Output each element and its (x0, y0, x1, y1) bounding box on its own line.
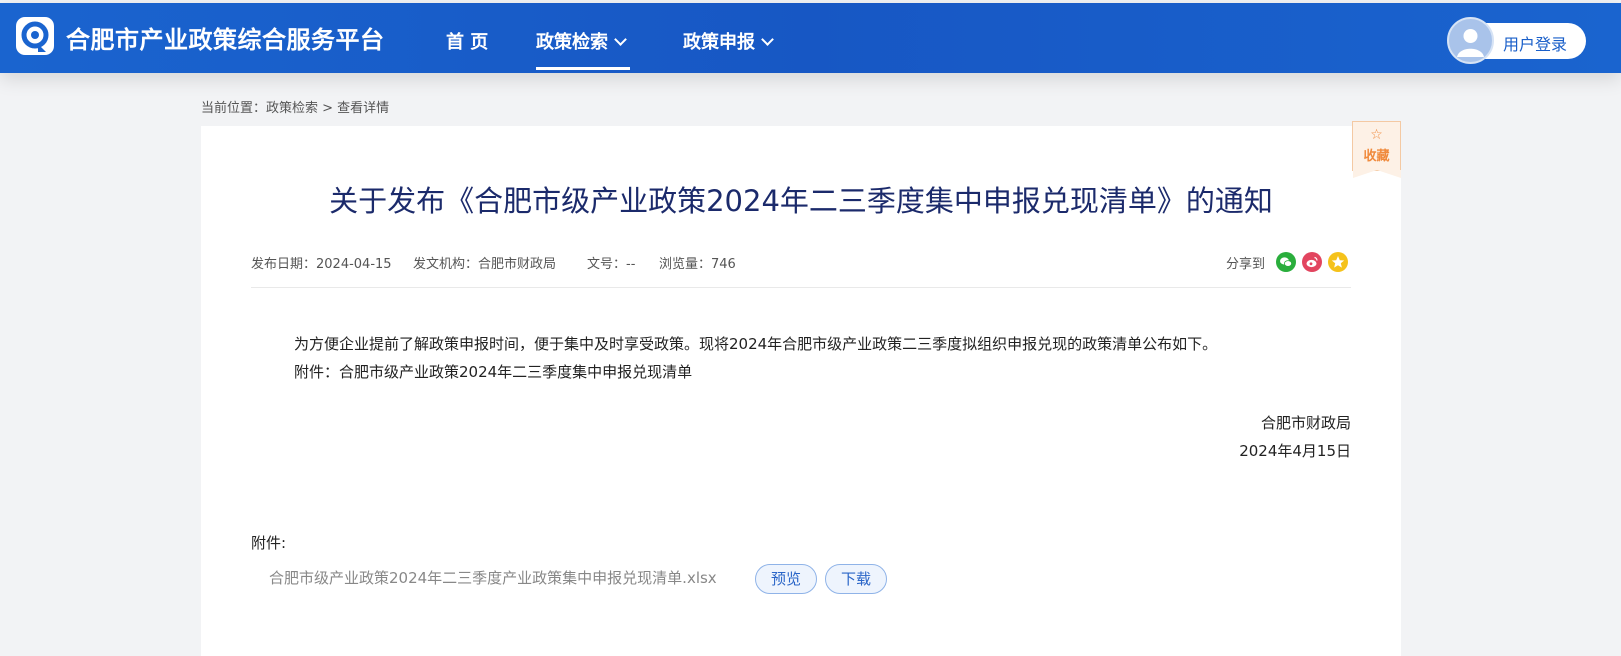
nav-home-label: 首 页 (446, 32, 489, 53)
article-title: 关于发布《合肥市级产业政策2024年二三季度集中申报兑现清单》的通知 (329, 184, 1273, 218)
signature-date: 2024年4月15日 (1239, 442, 1351, 460)
nav-policy-apply[interactable]: 政策申报 (683, 28, 774, 54)
qzone-icon[interactable] (1328, 252, 1348, 272)
share-label: 分享到 (1226, 257, 1266, 272)
body-paragraph-attachment-note: 附件：合肥市级产业政策2024年二三季度集中申报兑现清单 (294, 363, 693, 381)
preview-button[interactable]: 预览 (755, 564, 817, 594)
nav-policy-apply-label: 政策申报 (683, 32, 755, 53)
user-avatar-icon[interactable] (1447, 17, 1494, 64)
user-login-label[interactable]: 用户登录 (1503, 31, 1567, 55)
nav-home[interactable]: 首 页 (446, 28, 488, 54)
nav-policy-search[interactable]: 政策检索 (536, 28, 627, 54)
attachment-filename[interactable]: 合肥市级产业政策2024年二三季度产业政策集中申报兑现清单.xlsx (269, 567, 717, 588)
wechat-icon[interactable] (1276, 252, 1296, 272)
attachments-heading: 附件: (251, 534, 287, 552)
body-paragraph: 为方便企业提前了解政策申报时间，便于集中及时享受政策。现将2024年合肥市级产业… (294, 335, 1218, 353)
favorite-label: 收藏 (1363, 149, 1390, 164)
publish-date: 发布日期：2024-04-15 (251, 257, 392, 272)
site-title[interactable]: 合肥市产业政策综合服务平台 (66, 20, 385, 55)
document-number: 文号：-- (587, 257, 636, 272)
chevron-down-icon (614, 33, 627, 46)
star-outline-icon: ☆ (1370, 127, 1383, 143)
favorite-button[interactable]: ☆ 收藏 (1352, 121, 1401, 178)
nav-policy-search-label: 政策检索 (536, 32, 608, 53)
signature-org: 合肥市财政局 (1260, 414, 1351, 432)
weibo-icon[interactable] (1302, 252, 1322, 272)
download-button[interactable]: 下载 (825, 564, 887, 594)
issuing-agency: 发文机构：合肥市财政局 (413, 257, 557, 272)
top-navigation-bar: 合肥市产业政策综合服务平台 首 页 政策检索 政策申报 用户登录 (0, 3, 1621, 73)
view-count: 浏览量：746 (659, 257, 736, 272)
platform-logo-icon[interactable] (16, 17, 54, 55)
breadcrumb[interactable]: 当前位置：政策检索 > 查看详情 (201, 97, 389, 116)
meta-divider (251, 287, 1351, 288)
nav-active-indicator (536, 67, 630, 70)
chevron-down-icon (761, 33, 774, 46)
